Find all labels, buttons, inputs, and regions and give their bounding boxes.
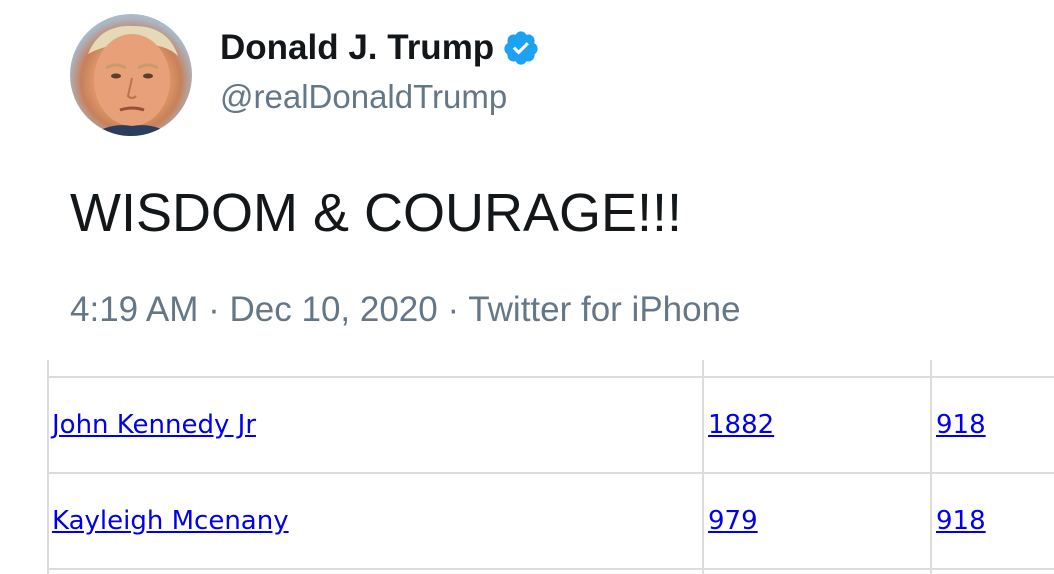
table-row-divider: [47, 568, 1054, 570]
table-row-value-link[interactable]: 1882: [708, 408, 774, 442]
page: Donald J. Trump @realDonaldTrump WISDOM …: [0, 0, 1054, 574]
table-column-divider: [930, 360, 932, 574]
tweet-text: WISDOM & COURAGE!!!: [70, 183, 683, 243]
table-row-value-link[interactable]: 979: [708, 504, 758, 538]
avatar-portrait-icon: [88, 25, 178, 136]
verified-badge-icon: [504, 31, 538, 65]
display-name-text[interactable]: Donald J. Trump: [220, 26, 494, 70]
table-column-divider: [702, 360, 704, 574]
table-row-name-link[interactable]: Kayleigh Mcenany: [52, 504, 289, 538]
user-handle[interactable]: @realDonaldTrump: [220, 76, 507, 118]
avatar[interactable]: [70, 14, 192, 136]
table-row-divider: [47, 472, 1054, 474]
table-border-left: [47, 360, 49, 574]
table-row-divider: [47, 376, 1054, 378]
table-row-value-link[interactable]: 918: [936, 504, 986, 538]
tweet-meta[interactable]: 4:19 AM · Dec 10, 2020 · Twitter for iPh…: [70, 288, 741, 332]
display-name[interactable]: Donald J. Trump: [220, 26, 540, 70]
table-row-name-link[interactable]: John Kennedy Jr: [52, 408, 256, 442]
table-row-value-link[interactable]: 918: [936, 408, 986, 442]
data-table: John Kennedy Jr 1882 918 Kayleigh Mcenan…: [0, 360, 1054, 574]
